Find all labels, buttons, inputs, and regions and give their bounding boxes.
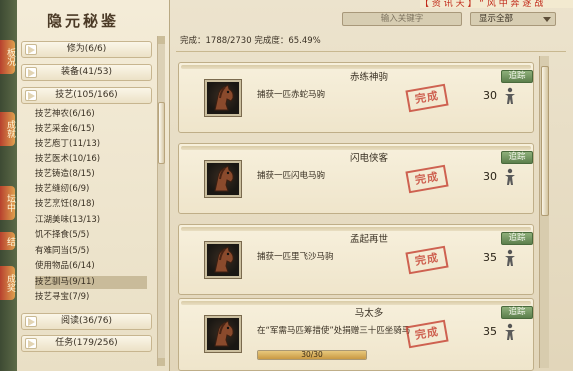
expand-arrow-icon [25, 44, 37, 55]
completed-seal-stamp: 完成 [405, 83, 449, 113]
expand-arrow-icon [25, 316, 37, 327]
sidebar-sub-item[interactable]: 技艺缝纫(6/9) [35, 183, 147, 196]
track-button[interactable]: 追踪 [501, 306, 533, 319]
category-equipment[interactable]: 装备(41/53) [21, 64, 152, 81]
panel-title: 隐元秘鉴 [47, 12, 120, 30]
sidebar-sub-item[interactable]: 江湖美味(13/13) [35, 214, 147, 227]
achievement-card[interactable]: 闪电侠客 捕获一匹闪电马驹 完成 30 追踪 [178, 143, 534, 214]
sidebar-sub-item[interactable]: 技艺医术(10/16) [35, 153, 147, 166]
sidebar-sub-item[interactable]: 技艺采金(6/15) [35, 123, 147, 136]
background-side-strip: 板况 成就 坛中 结 成奖 [0, 0, 17, 371]
quest-progress-bar: 30/30 [257, 350, 367, 360]
scrollbar-thumb[interactable] [158, 102, 165, 164]
sidebar-sub-item[interactable]: 技艺驯马(9/11) [35, 276, 147, 289]
achievement-points: 30 [483, 170, 497, 183]
achievement-points: 35 [483, 325, 497, 338]
header-divider [176, 51, 566, 52]
expand-arrow-icon [25, 67, 37, 78]
achievement-window: 板况 成就 坛中 结 成奖 【 资 讯 天 】 “ 风 中 奔 逐 战 隐元秘鉴… [0, 0, 573, 371]
scroll-down-arrow[interactable] [158, 358, 165, 366]
sidebar-scrollbar[interactable] [157, 36, 165, 366]
reward-figure-icon[interactable] [503, 323, 517, 341]
achievement-name: 闪电侠客 [349, 153, 388, 164]
completed-seal-stamp: 完成 [405, 164, 449, 194]
sidebar-sub-item[interactable]: 技艺烹饪(8/18) [35, 198, 147, 211]
side-tab-3[interactable]: 坛中 [0, 186, 15, 220]
horse-portrait-icon [204, 160, 242, 198]
achievement-points: 30 [483, 89, 497, 102]
achievement-name: 马太多 [354, 308, 384, 319]
achievement-name: 孟起再世 [349, 234, 388, 245]
horse-portrait-icon [204, 315, 242, 353]
reward-figure-icon[interactable] [503, 87, 517, 105]
expand-arrow-icon [25, 90, 37, 101]
side-tab-4[interactable]: 结 [0, 232, 15, 250]
category-sidebar: 隐元秘鉴 修为(6/6) 装备(41/53) 技艺(105/166) 技艺神农(… [17, 0, 170, 371]
category-label: 阅读(36/76) [61, 316, 112, 326]
sidebar-sub-item[interactable]: 饥不择食(5/5) [35, 229, 147, 242]
side-tab-5[interactable]: 成奖 [0, 266, 15, 300]
list-scrollbar[interactable] [539, 56, 549, 368]
completed-seal-stamp: 完成 [405, 319, 449, 349]
completion-summary: 完成：1788/2730 完成度：65.49% [180, 36, 321, 46]
category-label: 修为(6/6) [66, 44, 107, 54]
side-tab-2[interactable]: 成就 [0, 112, 15, 146]
completed-seal-stamp: 完成 [405, 245, 449, 275]
track-button[interactable]: 追踪 [501, 151, 533, 164]
achievement-card[interactable]: 孟起再世 捕获一匹里飞沙马驹 完成 35 追踪 [178, 224, 534, 295]
top-banner: 【 资 讯 天 】 “ 风 中 奔 逐 战 [420, 0, 573, 8]
sidebar-sub-item[interactable]: 有难同当(5/5) [35, 245, 147, 258]
sidebar-sub-item[interactable]: 技艺寻宝(7/9) [35, 291, 147, 304]
category-label: 装备(41/53) [61, 67, 112, 77]
category-quests[interactable]: 任务(179/256) [21, 335, 152, 352]
category-cultivation[interactable]: 修为(6/6) [21, 41, 152, 58]
achievement-name: 赤练神驹 [349, 72, 388, 83]
sidebar-sub-item[interactable]: 使用物品(6/14) [35, 260, 147, 273]
reward-figure-icon[interactable] [503, 168, 517, 186]
chevron-down-icon [543, 17, 551, 22]
achievement-card[interactable]: 马太多 在“军需马匹筹措使”处捐赠三十匹坐骑马 完成 35 追踪 30/30 [178, 298, 534, 371]
horse-portrait-icon [204, 241, 242, 279]
progress-label: 30/30 [301, 350, 323, 359]
search-input[interactable]: 输入关键字 [342, 12, 462, 26]
filter-dropdown[interactable]: 显示全部 [470, 12, 556, 26]
category-reading[interactable]: 阅读(36/76) [21, 313, 152, 330]
filter-selected-label: 显示全部 [479, 14, 514, 24]
reward-figure-icon[interactable] [503, 249, 517, 267]
scrollbar-thumb[interactable] [541, 66, 549, 216]
scroll-up-arrow[interactable] [158, 36, 165, 44]
category-label: 技艺(105/166) [55, 90, 118, 100]
horse-portrait-icon [204, 79, 242, 117]
expand-arrow-icon [25, 338, 37, 349]
category-skills[interactable]: 技艺(105/166) [21, 87, 152, 104]
side-tab-1[interactable]: 板况 [0, 40, 15, 74]
achievement-card[interactable]: 赤练神驹 捕获一匹赤蛇马驹 完成 30 追踪 [178, 62, 534, 133]
track-button[interactable]: 追踪 [501, 232, 533, 245]
sidebar-sub-item[interactable]: 技艺庖丁(11/13) [35, 138, 147, 151]
sidebar-sub-item[interactable]: 技艺神农(6/16) [35, 108, 147, 121]
category-label: 任务(179/256) [55, 338, 118, 348]
achievement-points: 35 [483, 251, 497, 264]
sidebar-sub-item[interactable]: 技艺铸造(8/15) [35, 168, 147, 181]
track-button[interactable]: 追踪 [501, 70, 533, 83]
